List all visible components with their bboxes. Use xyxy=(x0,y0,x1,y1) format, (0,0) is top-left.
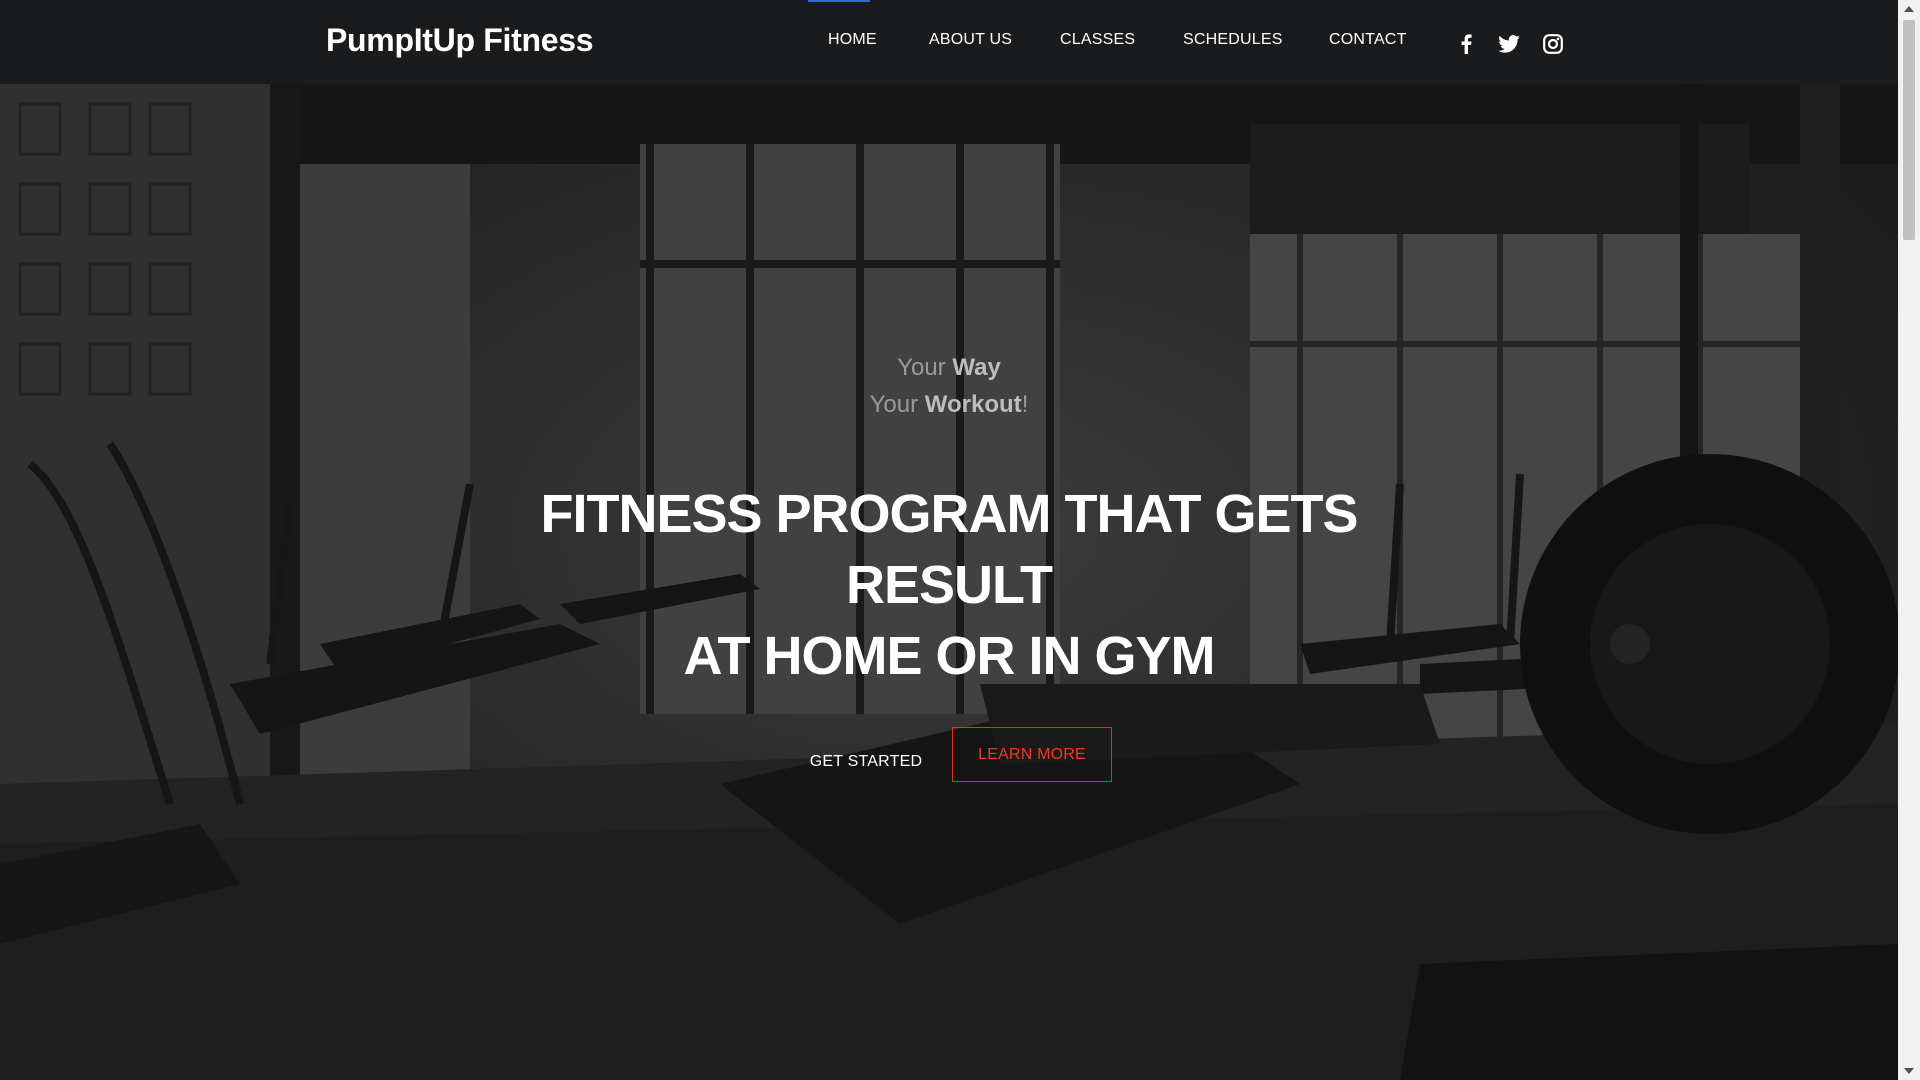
nav-home[interactable]: HOME xyxy=(828,31,877,49)
instagram-icon[interactable] xyxy=(1541,32,1565,56)
headline-line-3: AT HOME OR IN GYM xyxy=(683,626,1216,686)
twitter-icon[interactable] xyxy=(1497,32,1521,56)
get-started-button[interactable]: GET STARTED xyxy=(793,744,939,780)
main-nav: HOME ABOUT US CLASSES SCHEDULES CONTACT xyxy=(0,31,1898,55)
tagline-2-suffix: ! xyxy=(1021,391,1029,418)
page: PumpItUp Fitness HOME ABOUT US CLASSES S… xyxy=(0,0,1920,1080)
learn-more-button[interactable]: LEARN MORE xyxy=(952,727,1112,782)
nav-contact[interactable]: CONTACT xyxy=(1329,31,1407,49)
scroll-down-arrow-icon[interactable] xyxy=(1898,1062,1920,1080)
hero-section: Your Way Your Workout! FITNESS PROGRAM T… xyxy=(0,84,1898,1080)
headline-line-2: RESULT xyxy=(846,555,1053,615)
hero-headline: FITNESS PROGRAM THAT GETS RESULT AT HOME… xyxy=(0,479,1898,692)
vertical-scrollbar[interactable] xyxy=(1898,0,1920,1080)
active-nav-indicator xyxy=(808,0,870,2)
site-header: PumpItUp Fitness HOME ABOUT US CLASSES S… xyxy=(0,0,1898,84)
tagline-line-2: Your Workout! xyxy=(0,391,1898,419)
tagline-2-bold: Workout xyxy=(924,391,1022,418)
tagline-1-bold: Way xyxy=(952,354,1001,381)
nav-schedules[interactable]: SCHEDULES xyxy=(1183,31,1283,49)
scroll-up-arrow-icon[interactable] xyxy=(1898,0,1920,18)
nav-about-us[interactable]: ABOUT US xyxy=(929,31,1012,49)
tagline-line-1: Your Way xyxy=(0,354,1898,382)
scrollbar-thumb[interactable] xyxy=(1903,20,1915,240)
facebook-icon[interactable] xyxy=(1454,32,1478,56)
nav-classes[interactable]: CLASSES xyxy=(1060,31,1135,49)
headline-line-1: FITNESS PROGRAM THAT GETS xyxy=(540,484,1358,544)
tagline-2-prefix: Your xyxy=(869,391,919,418)
tagline-1-prefix: Your xyxy=(897,354,946,381)
